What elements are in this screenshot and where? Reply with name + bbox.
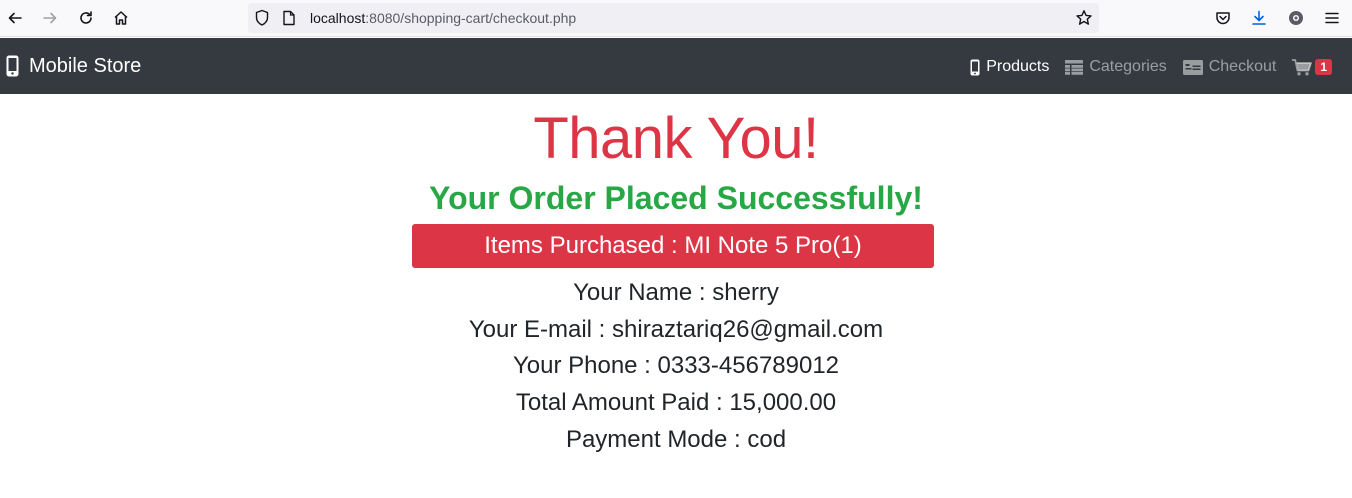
brand-link[interactable]: Mobile Store [6, 53, 141, 79]
pocket-button[interactable] [1211, 6, 1235, 30]
nav-cart-link[interactable]: 1 [1292, 58, 1332, 76]
nav-products-link[interactable]: Products [970, 57, 1049, 77]
nav-categories-label: Categories [1089, 58, 1167, 75]
pocket-icon [1216, 12, 1230, 25]
reload-icon [80, 11, 92, 24]
nav-links: Products Categories Checkout 1 [954, 55, 1332, 79]
customer-email: Your E-mail : shiraztariq26@gmail.com [468, 316, 884, 343]
items-purchased-banner: Items Purchased : MI Note 5 Pro(1) [412, 224, 934, 268]
reload-button[interactable] [74, 6, 98, 30]
url-host: localhost [310, 10, 366, 26]
back-arrow-icon [8, 12, 22, 24]
app-menu-button[interactable] [1320, 6, 1344, 30]
forward-arrow-icon [43, 12, 57, 24]
browser-toolbar: localhost:8080/shopping-cart/checkout.ph… [0, 0, 1352, 37]
home-icon [114, 11, 128, 25]
extensions-button[interactable] [1284, 6, 1308, 30]
tracking-protection-shield-icon[interactable] [254, 9, 270, 32]
url-text[interactable]: localhost:8080/shopping-cart/checkout.ph… [310, 10, 576, 26]
nav-checkout-link[interactable]: Checkout [1182, 57, 1277, 77]
extension-gear-icon [1289, 11, 1303, 25]
total-amount-paid: Total Amount Paid : 15,000.00 [515, 389, 837, 416]
nav-products-label: Products [986, 58, 1050, 75]
bookmark-star-icon[interactable] [1075, 9, 1093, 32]
money-bill-icon [1182, 59, 1203, 75]
nav-checkout-label: Checkout [1208, 58, 1277, 75]
nav-categories-link[interactable]: Categories [1065, 57, 1167, 77]
mobile-phone-icon [6, 55, 19, 77]
order-success-message: Your Order Placed Successfully! [429, 180, 923, 216]
shopping-cart-icon [1292, 58, 1313, 76]
home-button[interactable] [109, 6, 133, 30]
table-icon [1065, 59, 1084, 75]
brand-name: Mobile Store [29, 55, 142, 77]
thank-you-heading: Thank You! [533, 106, 819, 171]
url-path: :8080/shopping-cart/checkout.php [365, 10, 577, 26]
download-icon [1252, 10, 1266, 25]
customer-name: Your Name : sherry [573, 279, 779, 306]
customer-phone: Your Phone : 0333-456789012 [512, 352, 840, 379]
url-bar[interactable]: localhost:8080/shopping-cart/checkout.ph… [248, 3, 1099, 33]
forward-button[interactable] [38, 6, 62, 30]
downloads-button[interactable] [1247, 6, 1271, 30]
hamburger-menu-icon [1325, 12, 1339, 24]
cart-count-badge: 1 [1315, 59, 1332, 75]
site-navbar: Mobile Store Products Categories Checkou… [0, 38, 1352, 94]
back-button[interactable] [3, 6, 27, 30]
mobile-phone-icon [970, 59, 980, 76]
payment-mode: Payment Mode : cod [565, 426, 787, 453]
page-info-icon[interactable] [282, 10, 296, 31]
